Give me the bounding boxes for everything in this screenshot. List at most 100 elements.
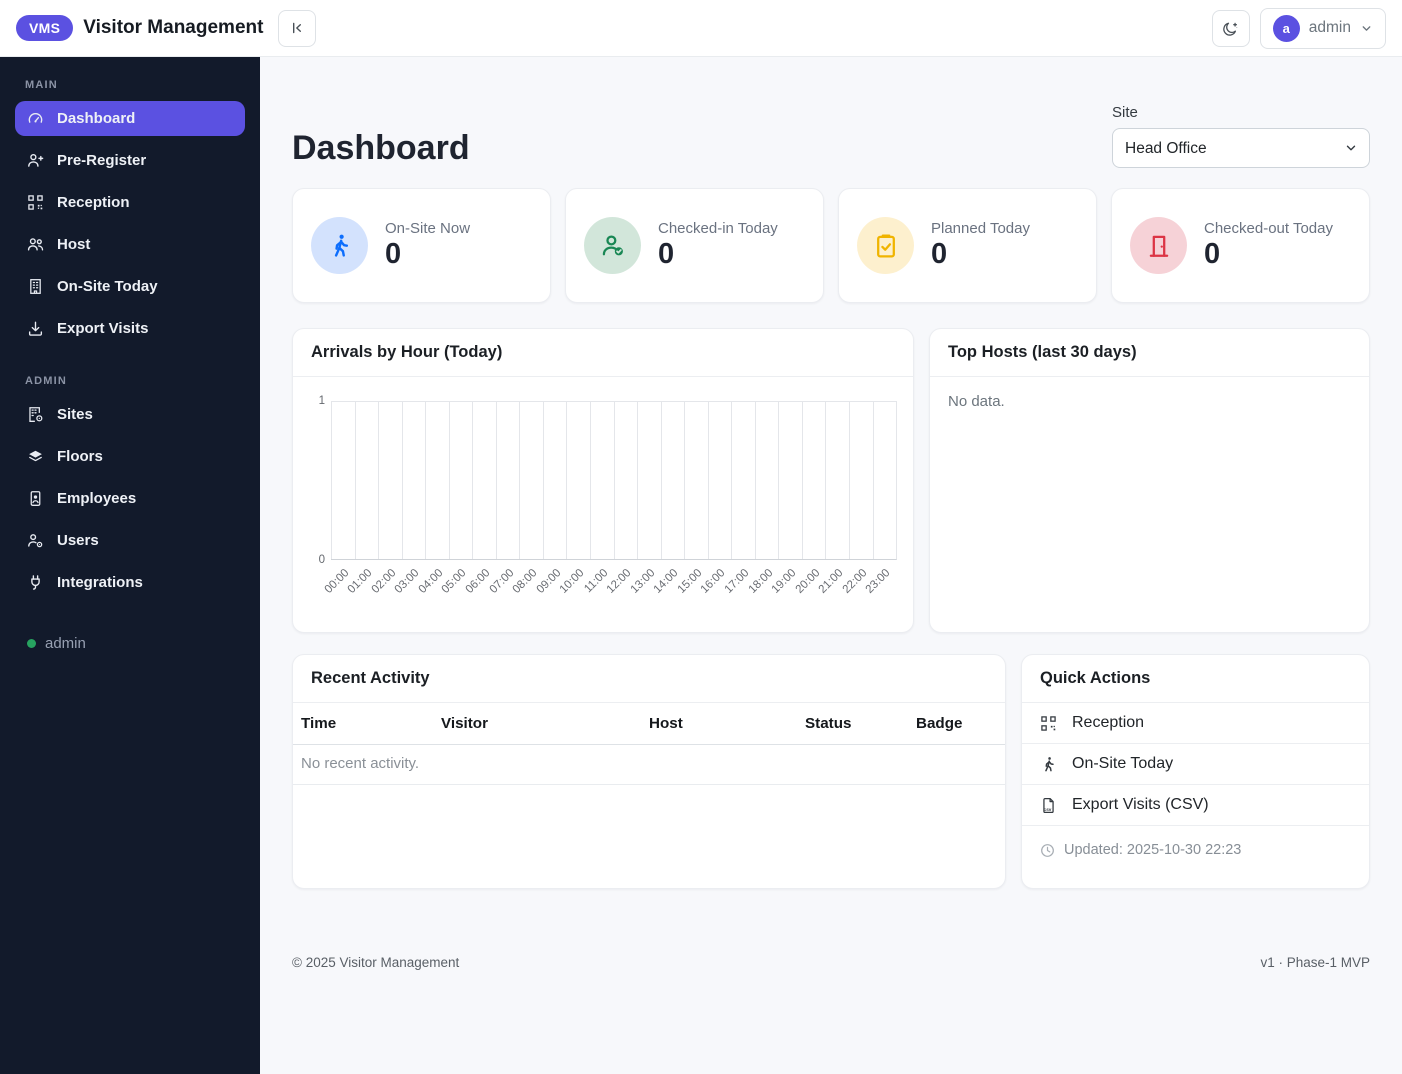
bottom-row: Recent Activity Time Visitor Host Status… bbox=[292, 654, 1370, 889]
quick-action-export-visits-csv[interactable]: csv Export Visits (CSV) bbox=[1022, 785, 1369, 826]
sidebar-item-sites[interactable]: Sites bbox=[15, 397, 245, 432]
chart-gridline-column bbox=[331, 402, 355, 559]
user-menu-button[interactable]: a admin bbox=[1259, 7, 1386, 49]
chart-x-tick-label: 00:00 bbox=[322, 567, 352, 596]
chart-gridline-column bbox=[849, 402, 873, 559]
chart-gridline-column bbox=[613, 402, 638, 559]
column-header-visitor: Visitor bbox=[433, 703, 641, 745]
download-icon bbox=[27, 320, 44, 337]
site-select[interactable]: Head Office bbox=[1112, 128, 1370, 168]
sidebar-item-on-site-today[interactable]: On-Site Today bbox=[15, 269, 245, 304]
sidebar-item-label: Pre-Register bbox=[57, 152, 147, 169]
stat-value: 0 bbox=[385, 238, 402, 271]
chart-x-tick-label: 03:00 bbox=[393, 567, 422, 596]
sidebar-item-floors[interactable]: Floors bbox=[15, 439, 245, 474]
theme-toggle-button[interactable] bbox=[1211, 9, 1250, 47]
person-check-icon bbox=[584, 217, 641, 274]
recent-activity-empty-text: No recent activity. bbox=[293, 744, 1005, 785]
chart-x-tick-label: 21:00 bbox=[816, 567, 846, 596]
quick-action-label: On-Site Today bbox=[1072, 755, 1174, 772]
sidebar-item-export-visits[interactable]: Export Visits bbox=[15, 311, 245, 346]
chart-x-tick-label: 09:00 bbox=[534, 567, 564, 596]
chart-gridline-column bbox=[425, 402, 449, 559]
table-empty-row: No recent activity. bbox=[293, 744, 1005, 785]
sidebar-item-dashboard[interactable]: Dashboard bbox=[15, 101, 245, 136]
chart-gridline-column bbox=[684, 402, 708, 559]
chart-x-tick-label: 01:00 bbox=[345, 567, 375, 596]
door-closed-icon bbox=[1130, 217, 1187, 274]
svg-text:csv: csv bbox=[1044, 807, 1052, 812]
chart-x-tick-label: 14:00 bbox=[651, 567, 681, 596]
quick-actions-card: Quick Actions Reception On-Site Today cs… bbox=[1021, 654, 1370, 889]
stat-value: 0 bbox=[931, 238, 948, 271]
chart-y-tick-label: 0 bbox=[318, 554, 325, 566]
chart-y-tick-label: 1 bbox=[318, 395, 325, 407]
charts-row: Arrivals by Hour (Today) 1 0 00:00 01:00 0… bbox=[292, 328, 1370, 633]
sidebar-collapse-button[interactable] bbox=[278, 9, 316, 47]
qr-code-scan-icon bbox=[1040, 715, 1057, 732]
moon-stars-icon bbox=[1222, 20, 1239, 37]
sidebar: MAIN Dashboard Pre-Register Reception Ho… bbox=[0, 57, 260, 1074]
stat-value: 0 bbox=[1204, 238, 1221, 271]
chart-gridline-column bbox=[778, 402, 802, 559]
chart-gridline-column bbox=[472, 402, 496, 559]
page-title: Dashboard bbox=[292, 129, 470, 167]
chart-x-tick-label: 15:00 bbox=[675, 567, 705, 596]
sidebar-item-label: Host bbox=[57, 236, 91, 253]
chevron-bar-left-icon bbox=[289, 20, 305, 36]
chart-x-tick-label: 18:00 bbox=[746, 567, 776, 596]
person-gear-icon bbox=[27, 532, 44, 549]
layers-icon bbox=[27, 448, 44, 465]
chart-x-labels: 00:00 01:00 02:00 03:00 04:00 05:00 06:00 07:00… bbox=[322, 560, 897, 618]
footer-version: v1 · Phase-1 MVP bbox=[1260, 955, 1370, 970]
footer-copyright: © 2025 Visitor Management bbox=[292, 955, 460, 970]
sidebar-item-employees[interactable]: Employees bbox=[15, 481, 245, 516]
top-hosts-card: Top Hosts (last 30 days) No data. bbox=[929, 328, 1370, 633]
site-label: Site bbox=[1112, 104, 1138, 121]
chart-x-tick-label: 20:00 bbox=[793, 567, 823, 596]
sidebar-item-users[interactable]: Users bbox=[15, 523, 245, 558]
quick-actions-title: Quick Actions bbox=[1022, 655, 1369, 703]
chart-gridline-column bbox=[825, 402, 849, 559]
quick-action-reception[interactable]: Reception bbox=[1022, 703, 1369, 744]
online-status-dot bbox=[27, 639, 36, 648]
app-title: Visitor Management bbox=[83, 17, 264, 38]
header-actions: a admin bbox=[1211, 7, 1386, 49]
sidebar-item-host[interactable]: Host bbox=[15, 227, 245, 262]
people-icon bbox=[27, 236, 44, 253]
chart-gridline-column bbox=[448, 402, 473, 559]
chart-x-tick-label: 17:00 bbox=[722, 567, 752, 596]
avatar: a bbox=[1272, 14, 1300, 42]
sidebar-item-reception[interactable]: Reception bbox=[15, 185, 245, 220]
stat-card-on-site-now: On-Site Now 0 bbox=[292, 188, 551, 303]
quick-action-on-site-today[interactable]: On-Site Today bbox=[1022, 744, 1369, 785]
recent-activity-title: Recent Activity bbox=[293, 655, 1005, 703]
sidebar-item-label: On-Site Today bbox=[57, 278, 158, 295]
file-csv-icon: csv bbox=[1040, 797, 1057, 814]
recent-activity-card: Recent Activity Time Visitor Host Status… bbox=[292, 654, 1006, 889]
sidebar-user-status: admin bbox=[15, 635, 245, 652]
stat-label: Checked-in Today bbox=[658, 220, 778, 238]
sidebar-item-label: Integrations bbox=[57, 574, 143, 591]
sidebar-item-integrations[interactable]: Integrations bbox=[15, 565, 245, 600]
chart-gridline-column bbox=[637, 402, 661, 559]
chart-gridline-column bbox=[660, 402, 685, 559]
chart-gridline-column bbox=[495, 402, 520, 559]
quick-action-label: Export Visits (CSV) bbox=[1072, 796, 1209, 813]
chart-gridline-column bbox=[401, 402, 426, 559]
chart-card-title: Arrivals by Hour (Today) bbox=[293, 329, 913, 377]
chart-x-tick-label: 12:00 bbox=[604, 567, 634, 596]
chart-x-tick-label: 16:00 bbox=[699, 567, 728, 596]
chart-x-tick-label: 10:00 bbox=[557, 567, 587, 596]
sidebar-item-label: Dashboard bbox=[57, 110, 136, 127]
sidebar-item-pre-register[interactable]: Pre-Register bbox=[15, 143, 245, 178]
chart-gridline-column bbox=[754, 402, 779, 559]
stat-card-checked-in-today: Checked-in Today 0 bbox=[565, 188, 824, 303]
person-walking-icon bbox=[1040, 756, 1057, 773]
chart-x-tick-label: 11:00 bbox=[581, 567, 611, 596]
chart-plot: 1 0 bbox=[319, 395, 897, 566]
clipboard-check-icon bbox=[857, 217, 914, 274]
recent-activity-table: Time Visitor Host Status Badge No recent… bbox=[293, 703, 1005, 785]
qr-code-scan-icon bbox=[27, 194, 44, 211]
sidebar-item-label: Reception bbox=[57, 194, 130, 211]
